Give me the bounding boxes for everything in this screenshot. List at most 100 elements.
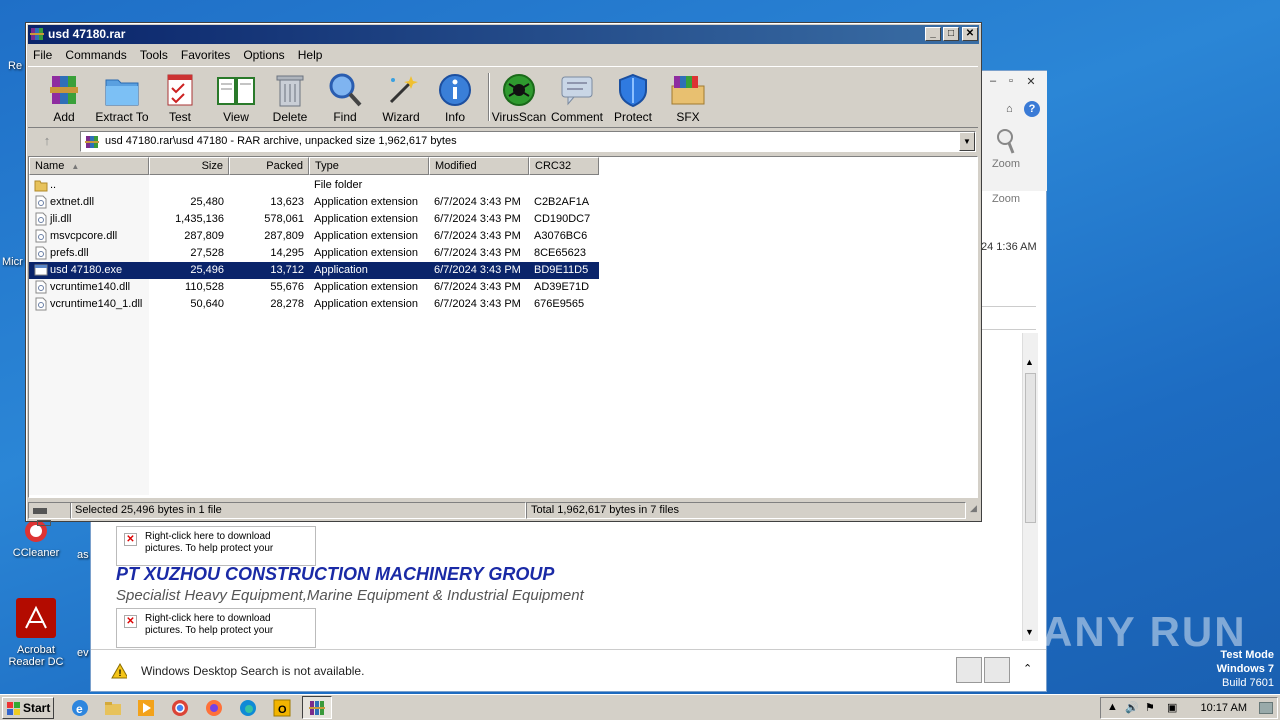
find-button[interactable]: Find xyxy=(316,72,374,124)
media-player-icon[interactable] xyxy=(136,698,156,718)
menu-commands[interactable]: Commands xyxy=(60,45,131,65)
file-row[interactable]: jli.dll 1,435,136 578,061 Application exten… xyxy=(29,211,599,228)
desktop-partial-label: Re xyxy=(8,60,23,72)
protect-button[interactable]: Protect xyxy=(604,72,662,124)
view-button[interactable]: View xyxy=(207,72,265,124)
clock[interactable]: 10:17 AM xyxy=(1201,702,1247,714)
expand-icon[interactable]: ⌃ xyxy=(1023,662,1032,675)
start-button[interactable]: Start xyxy=(2,697,54,719)
column-type[interactable]: Type xyxy=(309,157,429,175)
wizard-button[interactable]: Wizard xyxy=(372,72,430,124)
menu-bar: File Commands Tools Favorites Options He… xyxy=(28,45,978,65)
volume-icon[interactable]: 🔊 xyxy=(1125,701,1139,714)
sfx-button[interactable]: SFX xyxy=(659,72,717,124)
chevron-up-icon[interactable]: ⌂ xyxy=(1006,103,1013,115)
avatar[interactable] xyxy=(956,657,982,683)
add-button[interactable]: Add xyxy=(35,72,93,124)
image-placeholder[interactable]: ✕ Right-click here to download pictures.… xyxy=(116,608,316,648)
file-name: .. xyxy=(50,179,57,191)
column-size[interactable]: Size xyxy=(149,157,229,175)
menu-help[interactable]: Help xyxy=(293,45,328,65)
divider xyxy=(981,306,1036,307)
vertical-scrollbar[interactable]: ▲ ▼ xyxy=(1022,333,1038,641)
file-row[interactable]: prefs.dll 27,528 14,295 Application extensi… xyxy=(29,245,599,262)
desktop-icon-label: Acrobat Reader DC xyxy=(8,644,64,668)
file-size: 50,640 xyxy=(190,298,224,310)
dll-file-icon xyxy=(34,246,47,260)
title-bar[interactable]: usd 47180.rar _ □ ✕ xyxy=(28,25,979,44)
file-row[interactable]: msvcpcore.dll 287,809 287,809 Application e… xyxy=(29,228,599,245)
dropdown-arrow-icon[interactable]: ▼ xyxy=(959,132,975,151)
desktop-icon-acrobat[interactable]: Acrobat Reader DC xyxy=(6,596,66,668)
system-tray: ▲ 🔊 ⚑ ▣ 10:17 AM xyxy=(1100,697,1278,719)
file-modified: 6/7/2024 3:43 PM xyxy=(434,230,521,242)
column-modified[interactable]: Modified xyxy=(429,157,529,175)
menu-favorites[interactable]: Favorites xyxy=(176,45,235,65)
sfx-icon xyxy=(671,76,705,105)
file-row[interactable]: extnet.dll 25,480 13,623 Application extens… xyxy=(29,194,599,211)
file-row[interactable]: .. File folder xyxy=(29,177,599,194)
delete-button[interactable]: Delete xyxy=(261,72,319,124)
path-field[interactable]: usd 47180.rar\usd 47180 - RAR archive, u… xyxy=(80,131,976,152)
zoom-button[interactable]: Zoom xyxy=(986,127,1026,170)
comment-button[interactable]: Comment xyxy=(548,72,606,124)
file-name: vcruntime140.dll xyxy=(50,281,131,293)
minimize-button[interactable]: _ xyxy=(925,27,941,41)
help-icon[interactable]: ? xyxy=(1024,101,1040,117)
menu-options[interactable]: Options xyxy=(238,45,289,65)
network-icon[interactable]: ▣ xyxy=(1167,701,1177,714)
file-packed: 578,061 xyxy=(264,213,304,225)
winrar-window: usd 47180.rar _ □ ✕ File Commands Tools … xyxy=(25,22,982,526)
dll-file-icon xyxy=(34,195,47,209)
image-placeholder[interactable]: ✕ Right-click here to download pictures.… xyxy=(116,526,316,566)
desktop-partial-label: ev xyxy=(77,647,89,659)
winrar-icon xyxy=(309,701,325,715)
file-name: usd 47180.exe xyxy=(50,264,123,276)
menu-tools[interactable]: Tools xyxy=(135,45,173,65)
close-button[interactable]: ✕ xyxy=(962,27,978,41)
file-row[interactable]: vcruntime140.dll 110,528 55,676 Application… xyxy=(29,279,599,296)
action-center-icon[interactable]: ⚑ xyxy=(1145,701,1155,714)
show-desktop-icon[interactable] xyxy=(1259,702,1273,714)
outlook-icon[interactable]: O xyxy=(272,698,292,718)
resize-grip-icon[interactable]: ◢ xyxy=(966,502,978,519)
virusscan-button[interactable]: VirusScan xyxy=(490,72,548,124)
avatar[interactable] xyxy=(984,657,1010,683)
scroll-up-icon[interactable]: ▲ xyxy=(1025,357,1034,367)
comment-label: Comment xyxy=(550,110,603,124)
extract-to-button[interactable]: Extract To xyxy=(93,72,151,124)
test-button[interactable]: Test xyxy=(151,72,209,124)
scroll-thumb[interactable] xyxy=(1025,373,1036,523)
close-icon[interactable]: ✕ xyxy=(1024,75,1038,88)
protect-label: Protect xyxy=(613,110,652,124)
maximize-icon[interactable]: ▫ xyxy=(1004,75,1018,87)
add-icon xyxy=(50,76,78,104)
firefox-icon[interactable] xyxy=(204,698,224,718)
taskbar-winrar-button[interactable] xyxy=(302,696,332,719)
tray-expand-icon[interactable]: ▲ xyxy=(1107,701,1118,713)
file-row[interactable]: usd 47180.exe 25,496 13,712 Application 6/7/… xyxy=(29,262,599,279)
ribbon-right: – ▫ ✕ ⌂ ? Zoom Zoom xyxy=(981,71,1047,205)
menu-file[interactable]: File xyxy=(28,45,57,65)
file-crc: BD9E11D5 xyxy=(534,264,589,276)
chrome-icon[interactable] xyxy=(170,698,190,718)
file-modified: 6/7/2024 3:43 PM xyxy=(434,281,521,293)
up-folder-button[interactable]: ↑ xyxy=(34,133,60,151)
placeholder-text: Right-click here to download pictures. T… xyxy=(145,531,274,554)
column-name[interactable]: Name ▲ xyxy=(29,157,149,175)
column-packed[interactable]: Packed xyxy=(229,157,309,175)
file-row[interactable]: vcruntime140_1.dll 50,640 28,278 Applicatio… xyxy=(29,296,599,313)
column-crc32[interactable]: CRC32 xyxy=(529,157,599,175)
folder-icon xyxy=(34,178,48,192)
edge-icon[interactable] xyxy=(238,698,258,718)
ie-icon[interactable]: e xyxy=(70,698,90,718)
status-bar: Selected 25,496 bytes in 1 file Total 1,… xyxy=(28,501,978,526)
file-name: vcruntime140_1.dll xyxy=(50,298,143,310)
info-button[interactable]: Info xyxy=(426,72,484,124)
minimize-icon[interactable]: – xyxy=(986,75,1000,87)
explorer-icon[interactable] xyxy=(103,698,123,718)
scroll-down-icon[interactable]: ▼ xyxy=(1025,627,1034,637)
sfx-label: SFX xyxy=(676,110,700,124)
svg-text:e: e xyxy=(76,702,83,716)
maximize-button[interactable]: □ xyxy=(943,27,959,41)
